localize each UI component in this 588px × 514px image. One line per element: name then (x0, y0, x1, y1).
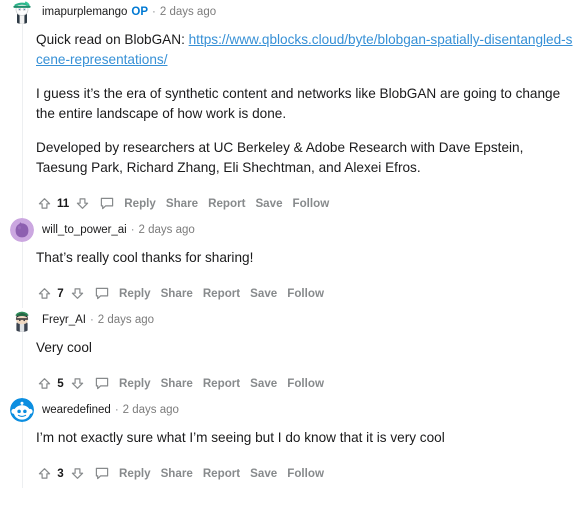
share-button[interactable]: Share (161, 195, 203, 212)
comment-author[interactable]: will_to_power_ai (42, 223, 127, 237)
upvote-arrow-icon[interactable] (36, 285, 52, 301)
save-button[interactable]: Save (245, 375, 282, 392)
snoo-blue-avatar[interactable] (10, 398, 34, 422)
upvote-arrow-icon[interactable] (36, 465, 52, 481)
report-button[interactable]: Report (198, 285, 245, 302)
comment-paragraph: I’m not exactly sure what I’m seeing but… (36, 430, 445, 445)
comment-paragraph: I guess it’s the era of synthetic conten… (36, 86, 561, 121)
comment-timestamp: 2 days ago (97, 314, 155, 326)
upvote-arrow-icon[interactable] (36, 195, 52, 211)
reply-button[interactable]: Reply (114, 285, 156, 302)
upvote-arrow-icon[interactable] (36, 375, 52, 391)
save-button[interactable]: Save (245, 465, 282, 482)
comment-meta: Freyr_AI · 2 days ago (42, 313, 154, 327)
thread-collapse-line[interactable] (22, 422, 23, 488)
comment-header: will_to_power_ai · 2 days ago (0, 218, 588, 242)
comment-body: That’s really cool thanks for sharing! 7 R… (22, 242, 588, 308)
thread-collapse-line[interactable] (22, 24, 23, 218)
downvote-arrow-icon[interactable] (74, 195, 90, 211)
comment-actions: 7 Reply Share Report Save Follow (36, 280, 588, 306)
downvote-arrow-icon[interactable] (69, 375, 85, 391)
follow-button[interactable]: Follow (288, 195, 335, 212)
op-badge: OP (131, 6, 149, 18)
thread-collapse-line[interactable] (22, 332, 23, 398)
comment-meta: imapurplemango OP · 2 days ago (42, 5, 216, 19)
comment: wearedefined · 2 days ago I’m not exactly s… (0, 398, 588, 488)
save-button[interactable]: Save (250, 195, 287, 212)
comment-body: I’m not exactly sure what I’m seeing but… (22, 422, 588, 488)
comment-paragraph: Developed by researchers at UC Berkeley … (36, 140, 524, 175)
thread-collapse-line[interactable] (22, 242, 23, 308)
comment-actions: 5 Reply Share Report Save Follow (36, 370, 588, 396)
share-button[interactable]: Share (156, 285, 198, 302)
report-button[interactable]: Report (198, 465, 245, 482)
comment-header: wearedefined · 2 days ago (0, 398, 588, 422)
meta-separator: · (130, 224, 135, 236)
comment-thread: imapurplemango OP · 2 days ago Quick read on… (0, 0, 588, 488)
comment: imapurplemango OP · 2 days ago Quick read on… (0, 0, 588, 218)
comment-bubble-icon[interactable] (93, 464, 111, 482)
comment-timestamp: 2 days ago (122, 404, 179, 416)
comment-paragraph: Very cool (36, 340, 92, 355)
meta-separator: · (89, 314, 94, 326)
report-button[interactable]: Report (203, 195, 250, 212)
save-button[interactable]: Save (245, 285, 282, 302)
comment-body: Quick read on BlobGAN: https://www.qbloc… (22, 24, 588, 218)
follow-button[interactable]: Follow (282, 285, 329, 302)
share-button[interactable]: Share (156, 375, 198, 392)
follow-button[interactable]: Follow (282, 375, 329, 392)
comment-actions: 3 Reply Share Report Save Follow (36, 460, 588, 486)
share-button[interactable]: Share (156, 465, 198, 482)
comment-paragraph: Quick read on BlobGAN: https://www.qbloc… (36, 30, 576, 70)
comment-author[interactable]: imapurplemango (42, 5, 127, 19)
comment-author[interactable]: wearedefined (42, 403, 111, 417)
vote-score: 11 (57, 196, 70, 210)
comment-bubble-icon[interactable] (98, 194, 116, 212)
comment-meta: wearedefined · 2 days ago (42, 403, 179, 417)
comment-author[interactable]: Freyr_AI (42, 313, 86, 327)
vote-score: 5 (57, 376, 64, 390)
comment-timestamp: 2 days ago (138, 224, 195, 236)
comment-bubble-icon[interactable] (93, 284, 111, 302)
follow-button[interactable]: Follow (282, 465, 329, 482)
downvote-arrow-icon[interactable] (69, 465, 85, 481)
comment-meta: will_to_power_ai · 2 days ago (42, 223, 195, 237)
purple-blob-avatar[interactable] (10, 218, 34, 242)
downvote-arrow-icon[interactable] (69, 285, 85, 301)
reply-button[interactable]: Reply (114, 375, 156, 392)
comment-actions: 11 Reply Share Report Save Follow (36, 190, 588, 216)
reply-button[interactable]: Reply (114, 465, 156, 482)
comment-header: Freyr_AI · 2 days ago (0, 308, 588, 332)
meta-separator: · (114, 404, 119, 416)
dark-hair-green-hat-avatar[interactable] (10, 308, 34, 332)
vote-score: 7 (57, 286, 64, 300)
report-button[interactable]: Report (198, 375, 245, 392)
comment-bubble-icon[interactable] (93, 374, 111, 392)
comment-body: Very cool 5 Reply Share Report Save Follow (22, 332, 588, 398)
comment: will_to_power_ai · 2 days ago That’s really… (0, 218, 588, 308)
vote-score: 3 (57, 466, 64, 480)
reply-button[interactable]: Reply (119, 195, 161, 212)
meta-separator: · (152, 6, 156, 18)
comment-timestamp: 2 days ago (159, 6, 217, 18)
comment: Freyr_AI · 2 days ago Very cool 5 Reply Share R… (0, 308, 588, 398)
comment-header: imapurplemango OP · 2 days ago (0, 0, 588, 24)
snoo-teal-hat-avatar[interactable] (10, 0, 34, 24)
comment-paragraph: That’s really cool thanks for sharing! (36, 250, 254, 265)
paragraph-text-prefix: Quick read on BlobGAN: (36, 32, 189, 47)
